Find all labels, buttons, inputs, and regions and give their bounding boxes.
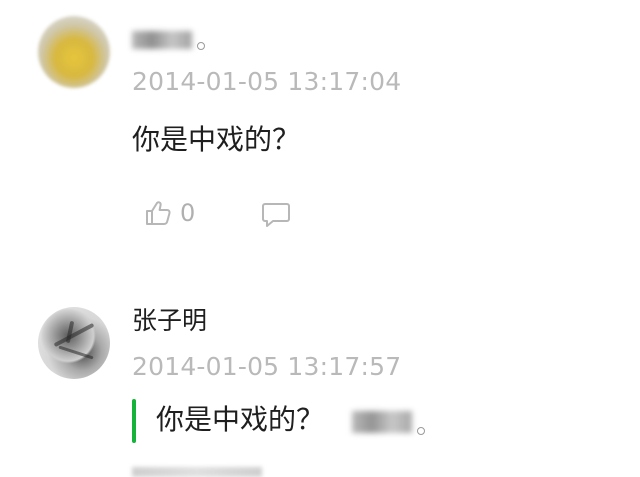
quote-bar — [132, 399, 136, 443]
verified-badge-icon — [417, 427, 425, 435]
comment-timestamp: 2014-01-05 13:17:57 — [132, 352, 402, 381]
comment-item: 张子明 2014-01-05 13:17:57 你是中戏的？ — [0, 295, 640, 475]
reply-button[interactable] — [260, 198, 292, 230]
quote-text: 你是中戏的？ — [156, 403, 325, 436]
reply-quote: 你是中戏的？ — [132, 399, 472, 443]
avatar[interactable] — [38, 16, 110, 88]
comment-timestamp: 2014-01-05 13:17:04 — [132, 67, 402, 96]
comment-username[interactable]: 张子明 — [132, 305, 207, 337]
comment-item: 2014-01-05 13:17:04 你是中戏的？ 0 — [0, 0, 640, 270]
avatar[interactable] — [38, 307, 110, 379]
like-button[interactable]: 0 — [144, 196, 204, 232]
quote-author-redacted — [352, 411, 412, 433]
comment-text: 你是中戏的？ — [132, 123, 301, 156]
thumbs-up-icon — [146, 201, 171, 225]
username-redacted[interactable] — [132, 31, 192, 49]
like-count: 0 — [180, 199, 196, 227]
next-comment-peek — [132, 467, 262, 477]
verified-badge-icon — [197, 42, 205, 50]
comment-bubble-icon — [262, 203, 290, 227]
